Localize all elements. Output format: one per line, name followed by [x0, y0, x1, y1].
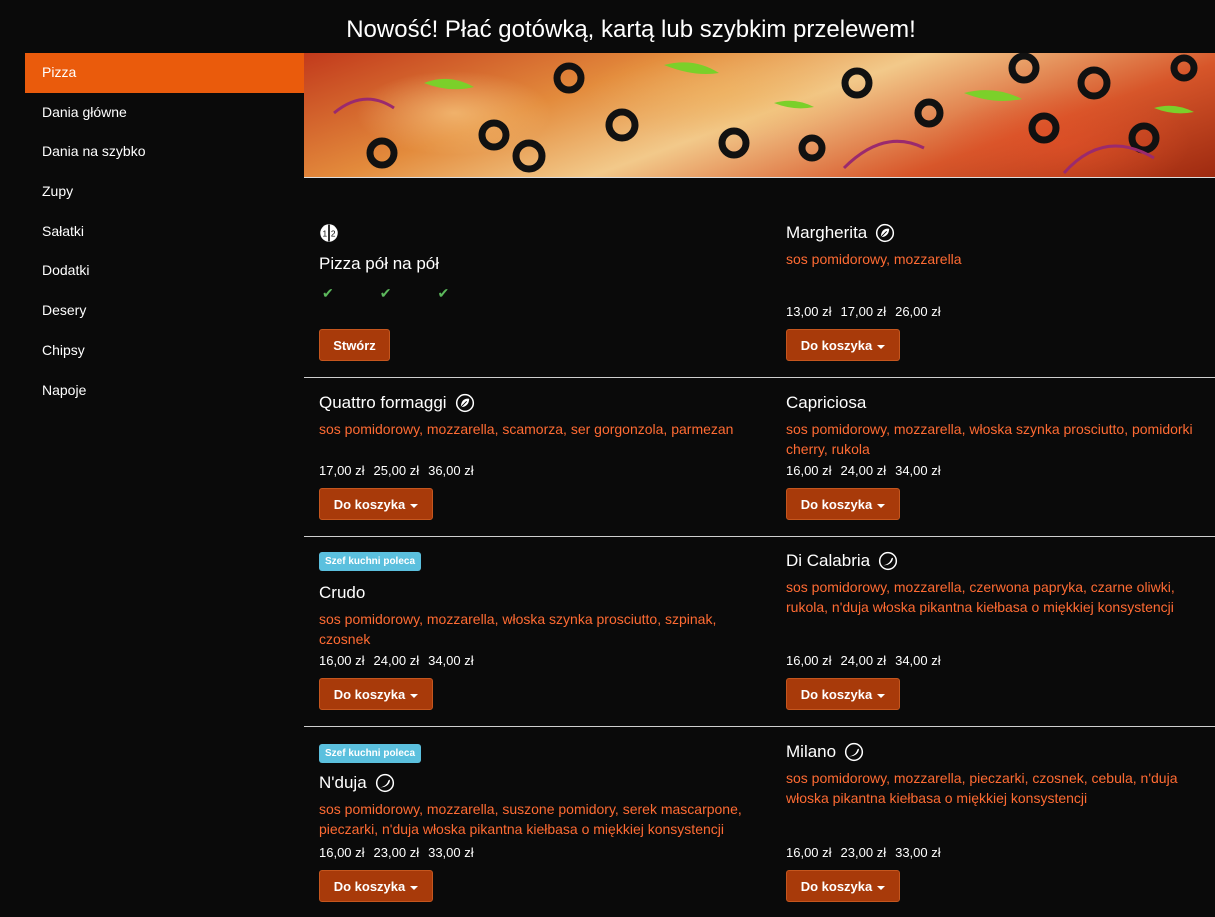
chef-recommends-badge: Szef kuchni poleca	[319, 552, 422, 571]
chili-icon	[845, 742, 864, 762]
product-card-margherita: Margherita sos pomidorowy, mozzarella	[786, 222, 1206, 269]
product-prices: 16,00 zł 24,00 zł 34,00 zł	[786, 653, 941, 668]
sidebar-item-napoje[interactable]: Napoje	[25, 371, 304, 411]
caret-down-icon	[877, 503, 886, 508]
category-sidebar: Pizza Dania główne Dania na szybko Zupy …	[25, 53, 304, 410]
product-card-quattro-formaggi: Quattro formaggi sos pomidorowy, mozzare…	[319, 392, 759, 439]
product-ingredients: sos pomidorowy, mozzarella, włoska szynk…	[786, 421, 1193, 457]
product-title: Margherita	[786, 223, 868, 242]
product-ingredients: sos pomidorowy, mozzarella, pieczarki, c…	[786, 770, 1178, 806]
caret-down-icon	[410, 885, 419, 890]
half-half-icon: 1 2	[320, 224, 338, 242]
product-prices: 13,00 zł 17,00 zł 26,00 zł	[786, 304, 941, 319]
leaf-icon	[455, 393, 474, 413]
sidebar-item-zupy[interactable]: Zupy	[25, 172, 304, 212]
add-to-cart-button[interactable]: Do koszyka	[319, 488, 433, 520]
check-icon: ✔	[379, 285, 392, 301]
caret-down-icon	[877, 885, 886, 890]
add-to-cart-button[interactable]: Do koszyka	[319, 870, 433, 902]
create-half-half-button[interactable]: Stwórz	[319, 329, 390, 361]
add-to-cart-button[interactable]: Do koszyka	[319, 678, 433, 710]
leaf-icon	[876, 223, 895, 243]
sidebar-item-dania-na-szybko[interactable]: Dania na szybko	[25, 132, 304, 172]
product-card-di-calabria: Di Calabria sos pomidorowy, mozzarella, …	[786, 550, 1214, 617]
sidebar-item-dania-glowne[interactable]: Dania główne	[25, 93, 304, 133]
product-prices: 16,00 zł 24,00 zł 34,00 zł	[786, 463, 941, 478]
half-half-title-wrap: Pizza pół na pół	[319, 253, 439, 275]
product-card-crudo: Crudo sos pomidorowy, mozzarella, włoska…	[319, 582, 759, 649]
add-to-cart-button[interactable]: Do koszyka	[786, 678, 900, 710]
product-card-nduja: N'duja sos pomidorowy, mozzarella, suszo…	[319, 772, 759, 839]
add-to-cart-button[interactable]: Do koszyka	[786, 329, 900, 361]
product-ingredients: sos pomidorowy, mozzarella, włoska szynk…	[319, 611, 717, 647]
sidebar-item-dodatki[interactable]: Dodatki	[25, 251, 304, 291]
chef-recommends-badge: Szef kuchni poleca	[319, 744, 422, 763]
add-to-cart-button[interactable]: Do koszyka	[786, 488, 900, 520]
product-prices: 16,00 zł 24,00 zł 34,00 zł	[319, 653, 474, 668]
caret-down-icon	[410, 503, 419, 508]
add-to-cart-button[interactable]: Do koszyka	[786, 870, 900, 902]
product-ingredients: sos pomidorowy, mozzarella, scamorza, se…	[319, 421, 734, 437]
row-divider	[304, 536, 1215, 537]
svg-text:2: 2	[331, 228, 336, 238]
product-prices: 16,00 zł 23,00 zł 33,00 zł	[319, 845, 474, 860]
product-card-milano: Milano sos pomidorowy, mozzarella, piecz…	[786, 741, 1206, 808]
product-prices: 16,00 zł 23,00 zł 33,00 zł	[786, 845, 941, 860]
sidebar-item-pizza[interactable]: Pizza	[25, 53, 304, 93]
row-divider	[304, 726, 1215, 727]
product-title: N'duja	[319, 773, 367, 792]
product-title: Capriciosa	[786, 393, 867, 412]
sidebar-item-desery[interactable]: Desery	[25, 291, 304, 331]
product-ingredients: sos pomidorowy, mozzarella, suszone pomi…	[319, 801, 742, 837]
chili-icon	[375, 773, 394, 793]
product-title: Quattro formaggi	[319, 393, 447, 412]
product-ingredients: sos pomidorowy, mozzarella, czerwona pap…	[786, 579, 1175, 615]
row-divider	[304, 377, 1215, 378]
product-title: Di Calabria	[786, 551, 871, 570]
half-half-checks: ✔ ✔ ✔	[322, 285, 449, 302]
check-icon: ✔	[437, 285, 450, 301]
product-title: Pizza pół na pół	[319, 254, 440, 273]
half-half-card: 1 2	[319, 223, 339, 248]
pizza-banner-image	[304, 53, 1215, 178]
product-card-capriciosa: Capriciosa sos pomidorowy, mozzarella, w…	[786, 392, 1206, 459]
caret-down-icon	[410, 693, 419, 698]
sidebar-item-salatki[interactable]: Sałatki	[25, 212, 304, 252]
svg-text:1: 1	[323, 228, 328, 238]
product-prices: 17,00 zł 25,00 zł 36,00 zł	[319, 463, 474, 478]
sidebar-item-chipsy[interactable]: Chipsy	[25, 331, 304, 371]
check-icon: ✔	[322, 285, 334, 301]
product-ingredients: sos pomidorowy, mozzarella	[786, 251, 962, 267]
caret-down-icon	[877, 693, 886, 698]
product-title: Crudo	[319, 583, 366, 602]
caret-down-icon	[877, 344, 886, 349]
product-title: Milano	[786, 742, 837, 761]
chili-icon	[879, 551, 898, 571]
announcement-banner: Nowość! Płać gotówką, kartą lub szybkim …	[346, 16, 916, 43]
pizza-toppings-graphic	[333, 53, 1198, 174]
